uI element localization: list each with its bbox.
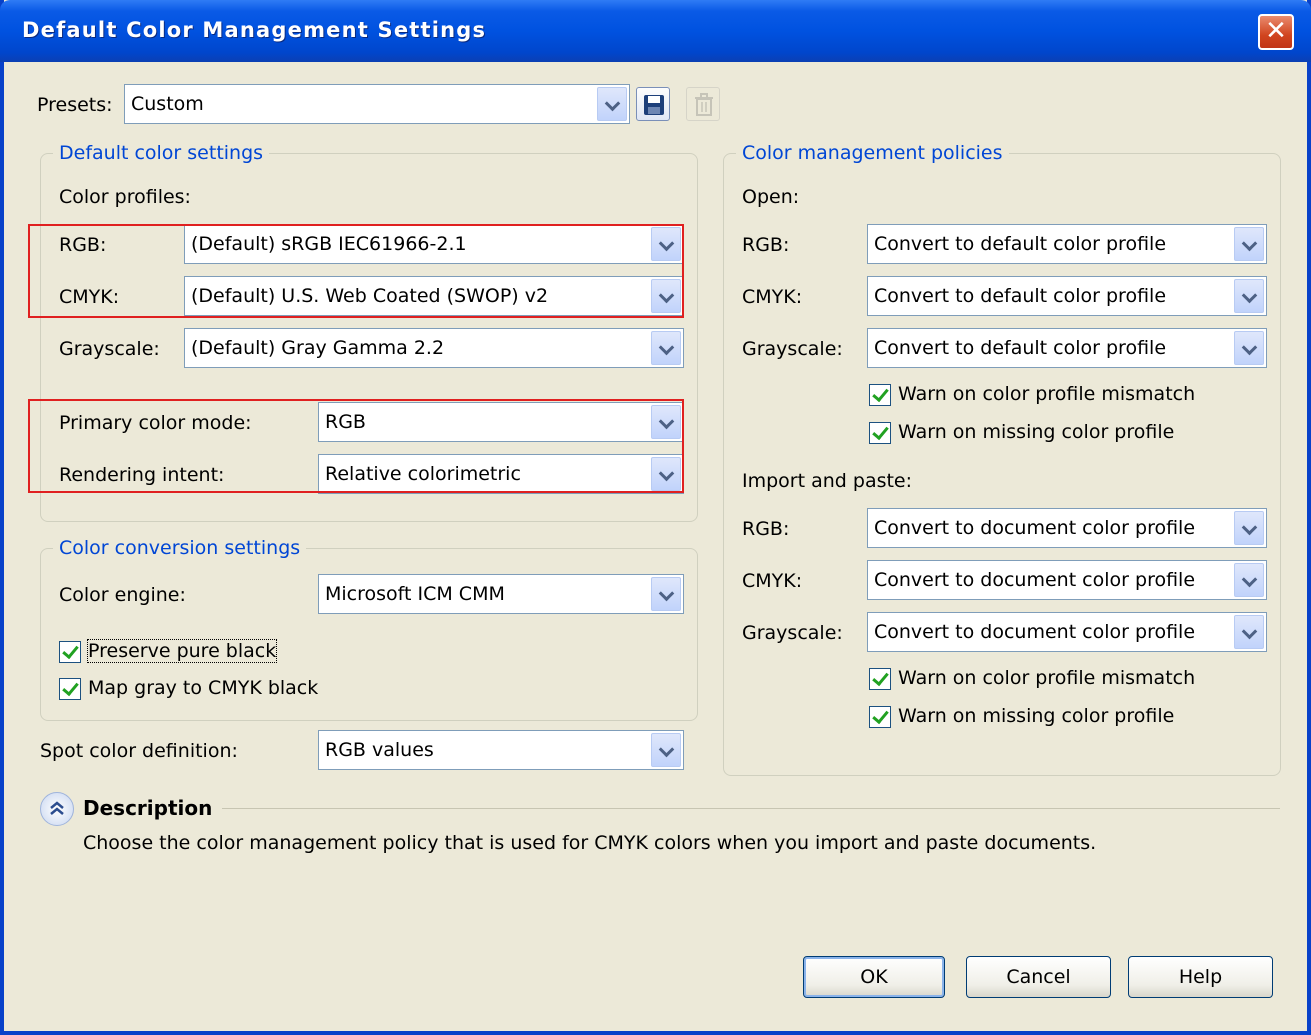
grayscale-profile-select[interactable]: (Default) Gray Gamma 2.2: [184, 328, 684, 368]
chevron-down-icon[interactable]: [1234, 563, 1264, 597]
import-warn-mismatch-label[interactable]: Warn on color profile mismatch: [898, 667, 1195, 689]
description-text: Choose the color management policy that …: [83, 832, 1097, 854]
close-icon: ✕: [1265, 16, 1287, 46]
open-grayscale-label: Grayscale:: [742, 338, 843, 360]
open-warn-missing-checkbox[interactable]: [869, 422, 891, 444]
import-grayscale-value: Convert to document color profile: [874, 621, 1196, 643]
open-warn-missing-label[interactable]: Warn on missing color profile: [898, 421, 1174, 443]
preserve-pure-black-checkbox[interactable]: [59, 641, 81, 663]
delete-icon: [695, 93, 713, 116]
spot-color-select[interactable]: RGB values: [318, 730, 684, 770]
import-grayscale-select[interactable]: Convert to document color profile: [867, 612, 1267, 652]
open-rgb-select[interactable]: Convert to default color profile: [867, 224, 1267, 264]
spot-color-value: RGB values: [325, 739, 434, 761]
window-title: Default Color Management Settings: [22, 18, 487, 42]
map-gray-label[interactable]: Map gray to CMYK black: [88, 677, 318, 699]
map-gray-checkbox[interactable]: [59, 678, 81, 700]
spot-color-label: Spot color definition:: [40, 740, 238, 762]
ok-button[interactable]: OK: [803, 956, 945, 998]
open-cmyk-value: Convert to default color profile: [874, 285, 1167, 307]
chevron-down-icon[interactable]: [651, 577, 681, 611]
open-cmyk-label: CMYK:: [742, 286, 803, 308]
chevron-down-icon[interactable]: [651, 331, 681, 365]
color-management-policies-legend: Color management policies: [742, 142, 1003, 164]
highlight-box-mode-intent: [28, 399, 684, 493]
chevron-down-icon[interactable]: [597, 87, 627, 121]
import-grayscale-label: Grayscale:: [742, 622, 843, 644]
import-warn-mismatch-checkbox[interactable]: [869, 668, 891, 690]
import-cmyk-label: CMYK:: [742, 570, 803, 592]
open-grayscale-value: Convert to default color profile: [874, 337, 1167, 359]
presets-value: Custom: [131, 93, 204, 115]
description-heading: Description: [83, 796, 213, 820]
chevron-down-icon[interactable]: [1234, 615, 1264, 649]
import-rgb-select[interactable]: Convert to document color profile: [867, 508, 1267, 548]
close-button[interactable]: ✕: [1258, 14, 1294, 50]
open-rgb-label: RGB:: [742, 234, 790, 256]
save-icon: [644, 95, 664, 115]
save-preset-button[interactable]: [636, 87, 670, 121]
import-warn-missing-label[interactable]: Warn on missing color profile: [898, 705, 1174, 727]
presets-label: Presets:: [37, 94, 113, 116]
default-color-settings-legend: Default color settings: [59, 142, 264, 164]
color-conversion-settings-legend: Color conversion settings: [59, 537, 301, 559]
description-divider: [222, 808, 1280, 809]
double-chevron-up-icon: [50, 801, 64, 815]
import-rgb-label: RGB:: [742, 518, 790, 540]
open-grayscale-select[interactable]: Convert to default color profile: [867, 328, 1267, 368]
chevron-down-icon[interactable]: [1234, 227, 1264, 261]
grayscale-profile-label: Grayscale:: [59, 338, 160, 360]
cancel-button[interactable]: Cancel: [966, 956, 1111, 998]
collapse-description-button[interactable]: [40, 792, 74, 826]
open-warn-mismatch-checkbox[interactable]: [869, 384, 891, 406]
chevron-down-icon[interactable]: [1234, 331, 1264, 365]
open-heading: Open:: [742, 186, 800, 208]
dialog-window: Default Color Management Settings ✕ Pres…: [0, 0, 1311, 1035]
color-engine-label: Color engine:: [59, 584, 186, 606]
highlight-box-profiles: [28, 224, 684, 318]
open-warn-mismatch-label[interactable]: Warn on color profile mismatch: [898, 383, 1195, 405]
chevron-down-icon[interactable]: [1234, 279, 1264, 313]
import-paste-heading: Import and paste:: [742, 470, 913, 492]
import-cmyk-select[interactable]: Convert to document color profile: [867, 560, 1267, 600]
import-rgb-value: Convert to document color profile: [874, 517, 1196, 539]
title-bar[interactable]: Default Color Management Settings ✕: [0, 0, 1311, 62]
color-engine-value: Microsoft ICM CMM: [325, 583, 505, 605]
chevron-down-icon[interactable]: [1234, 511, 1264, 545]
color-profiles-label: Color profiles:: [59, 186, 191, 208]
preserve-pure-black-label[interactable]: Preserve pure black: [86, 639, 278, 663]
chevron-down-icon[interactable]: [651, 733, 681, 767]
open-rgb-value: Convert to default color profile: [874, 233, 1167, 255]
grayscale-profile-value: (Default) Gray Gamma 2.2: [191, 337, 445, 359]
import-cmyk-value: Convert to document color profile: [874, 569, 1196, 591]
color-engine-select[interactable]: Microsoft ICM CMM: [318, 574, 684, 614]
delete-preset-button[interactable]: [686, 87, 720, 121]
presets-select[interactable]: Custom: [124, 84, 630, 124]
help-button[interactable]: Help: [1128, 956, 1273, 998]
import-warn-missing-checkbox[interactable]: [869, 706, 891, 728]
open-cmyk-select[interactable]: Convert to default color profile: [867, 276, 1267, 316]
